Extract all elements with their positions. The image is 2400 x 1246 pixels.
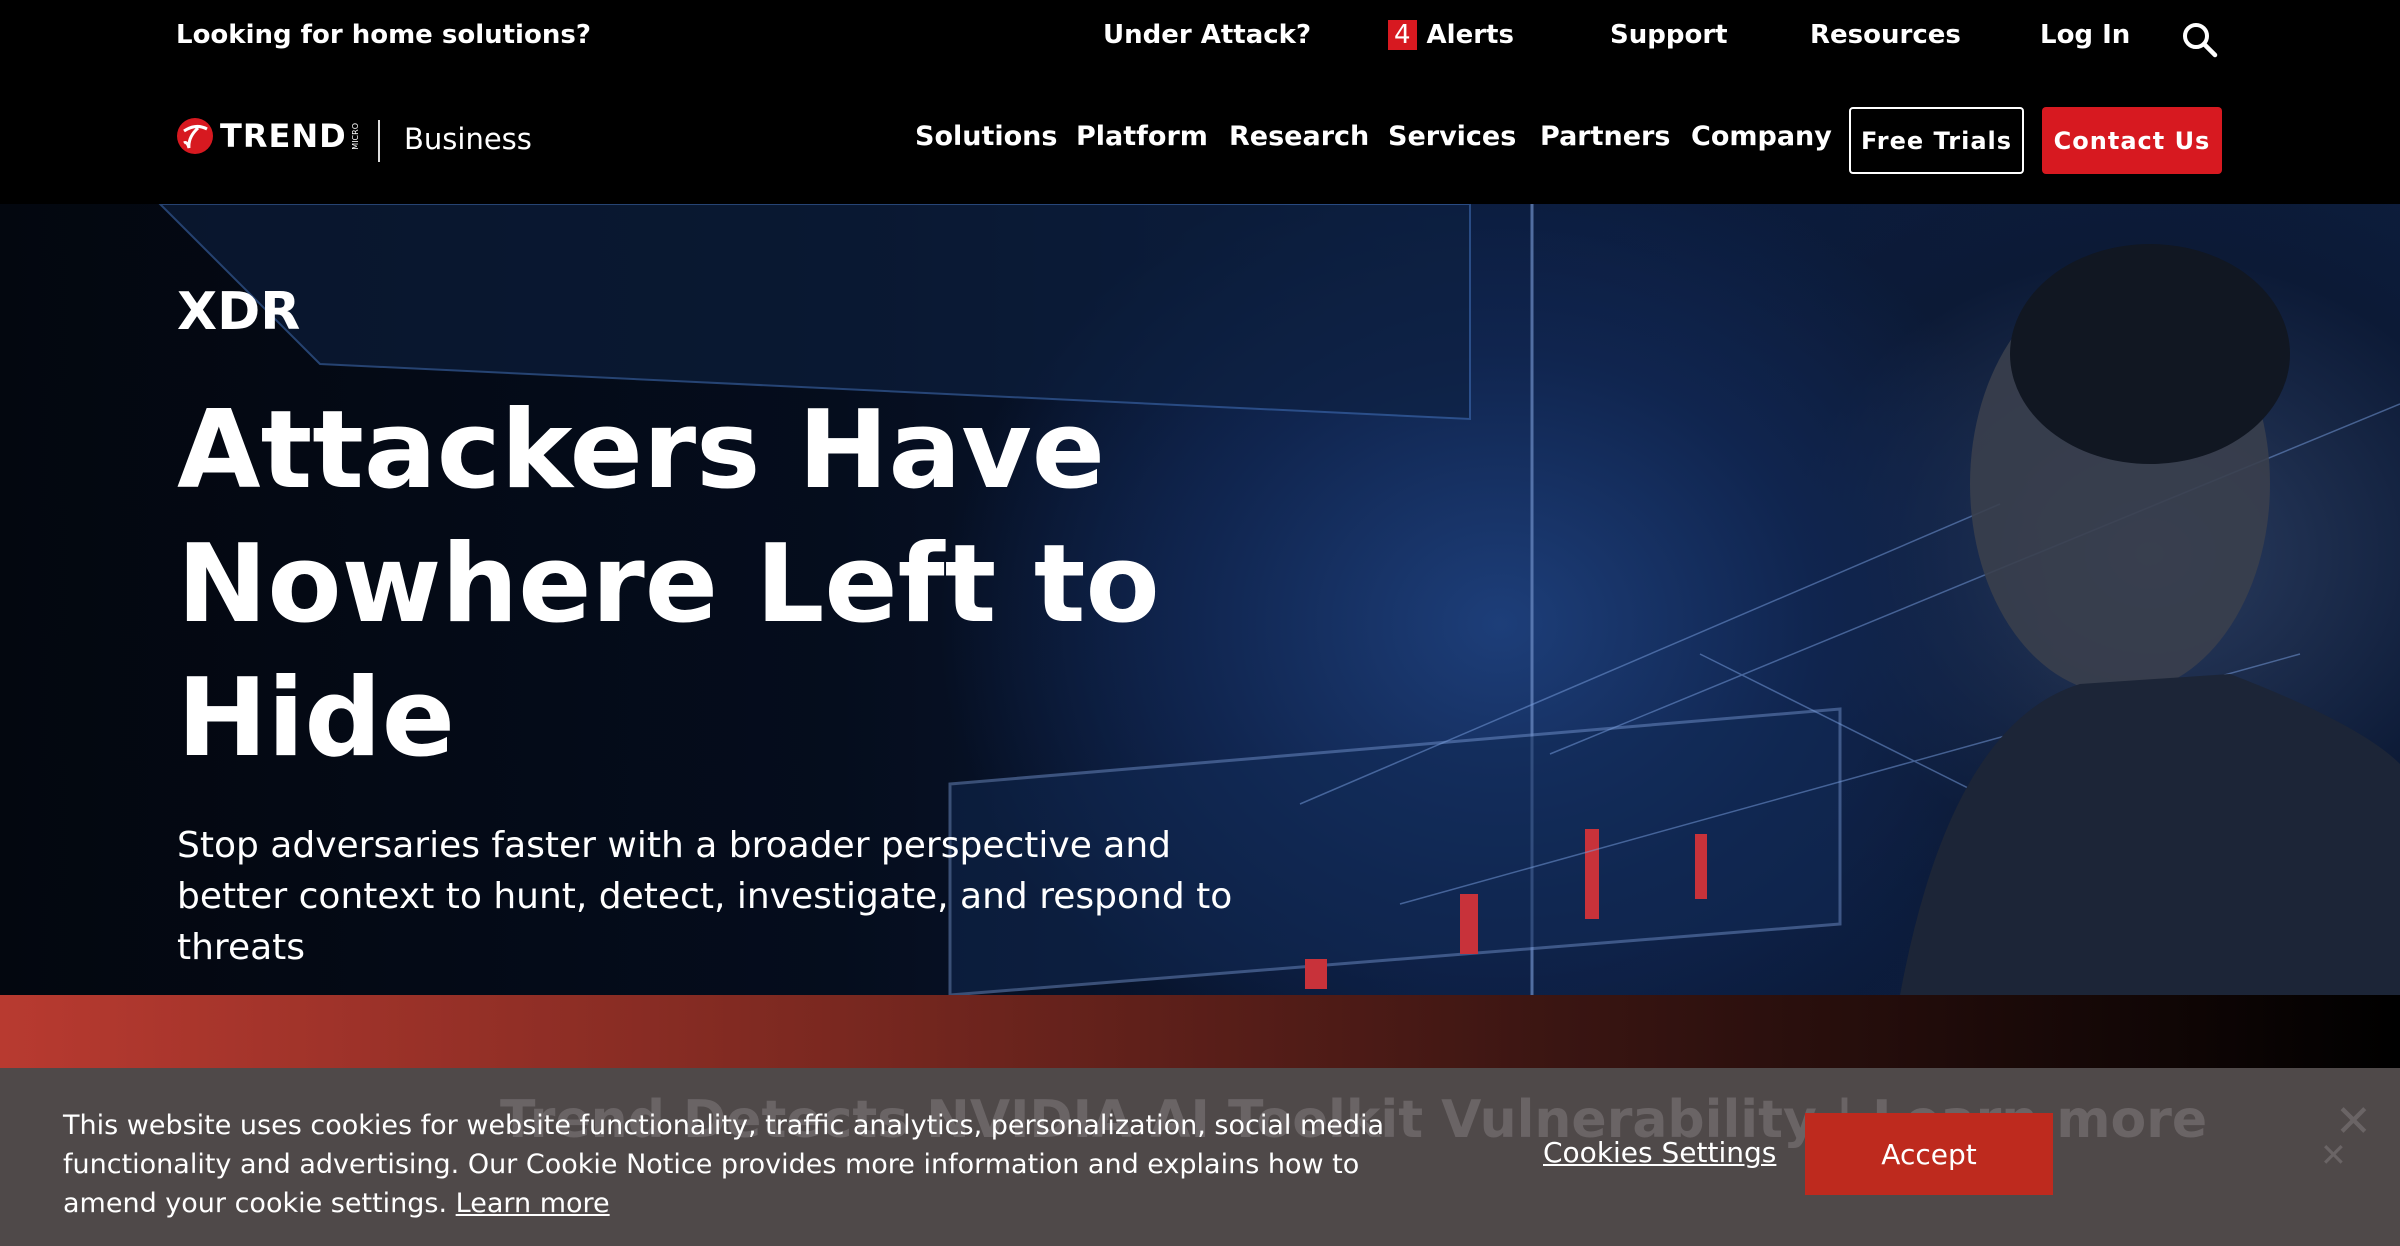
alerts-link[interactable]: 4 Alerts (1388, 20, 1514, 50)
resources-link[interactable]: Resources (1810, 20, 1961, 50)
subtitle-line: better context to hunt, detect, investig… (177, 876, 1233, 917)
logo[interactable]: TREND MICRO (176, 117, 360, 155)
trend-micro-logo-icon (177, 118, 213, 154)
alerts-count-badge: 4 (1388, 20, 1417, 50)
nav-research[interactable]: Research (1229, 121, 1369, 152)
divider (378, 120, 380, 162)
cookie-notice: This website uses cookies for website fu… (63, 1110, 1385, 1219)
alerts-label: Alerts (1426, 20, 1514, 50)
accept-button[interactable]: Accept (1805, 1113, 2053, 1195)
subtitle-line: threats (177, 927, 306, 968)
nav-company[interactable]: Company (1691, 121, 1832, 152)
learn-more-link[interactable]: Learn more (456, 1188, 610, 1219)
nav-partners[interactable]: Partners (1540, 121, 1670, 152)
main-nav: TREND MICRO Business Solutions Platform … (0, 77, 2400, 204)
hero-eyebrow: XDR (177, 282, 301, 342)
search-icon[interactable] (2180, 20, 2220, 60)
utility-bar: Looking for home solutions? Under Attack… (0, 0, 2400, 77)
nav-platform[interactable]: Platform (1076, 121, 1208, 152)
contact-us-button[interactable]: Contact Us (2042, 107, 2222, 174)
logo-wordmark: TREND (220, 117, 347, 155)
free-trials-button[interactable]: Free Trials (1849, 107, 2024, 174)
cookie-close-icon[interactable]: ✕ (2320, 1136, 2347, 1174)
nav-services[interactable]: Services (1388, 121, 1516, 152)
home-solutions-link[interactable]: Looking for home solutions? (176, 20, 591, 50)
headline-line: Nowhere Left to (177, 522, 1160, 647)
under-attack-link[interactable]: Under Attack? (1103, 20, 1311, 50)
support-link[interactable]: Support (1610, 20, 1728, 50)
headline-line: Hide (177, 656, 455, 781)
hero: XDR Attackers Have Nowhere Left to Hide … (0, 204, 2400, 995)
announcement-band (0, 995, 2400, 1068)
cookies-settings-link[interactable]: Cookies Settings (1543, 1136, 1776, 1169)
subtitle-line: Stop adversaries faster with a broader p… (177, 825, 1172, 866)
hero-headline: Attackers Have Nowhere Left to Hide (177, 384, 1160, 786)
division-label: Business (404, 122, 532, 156)
hero-subtitle: Stop adversaries faster with a broader p… (177, 820, 1232, 973)
nav-solutions[interactable]: Solutions (915, 121, 1057, 152)
login-link[interactable]: Log In (2040, 20, 2130, 50)
cookie-banner: Trend Detects NVIDIA AI Toolkit Vulnerab… (0, 1068, 2400, 1246)
headline-line: Attackers Have (177, 388, 1105, 513)
cookie-text: This website uses cookies for website fu… (63, 1106, 1423, 1223)
